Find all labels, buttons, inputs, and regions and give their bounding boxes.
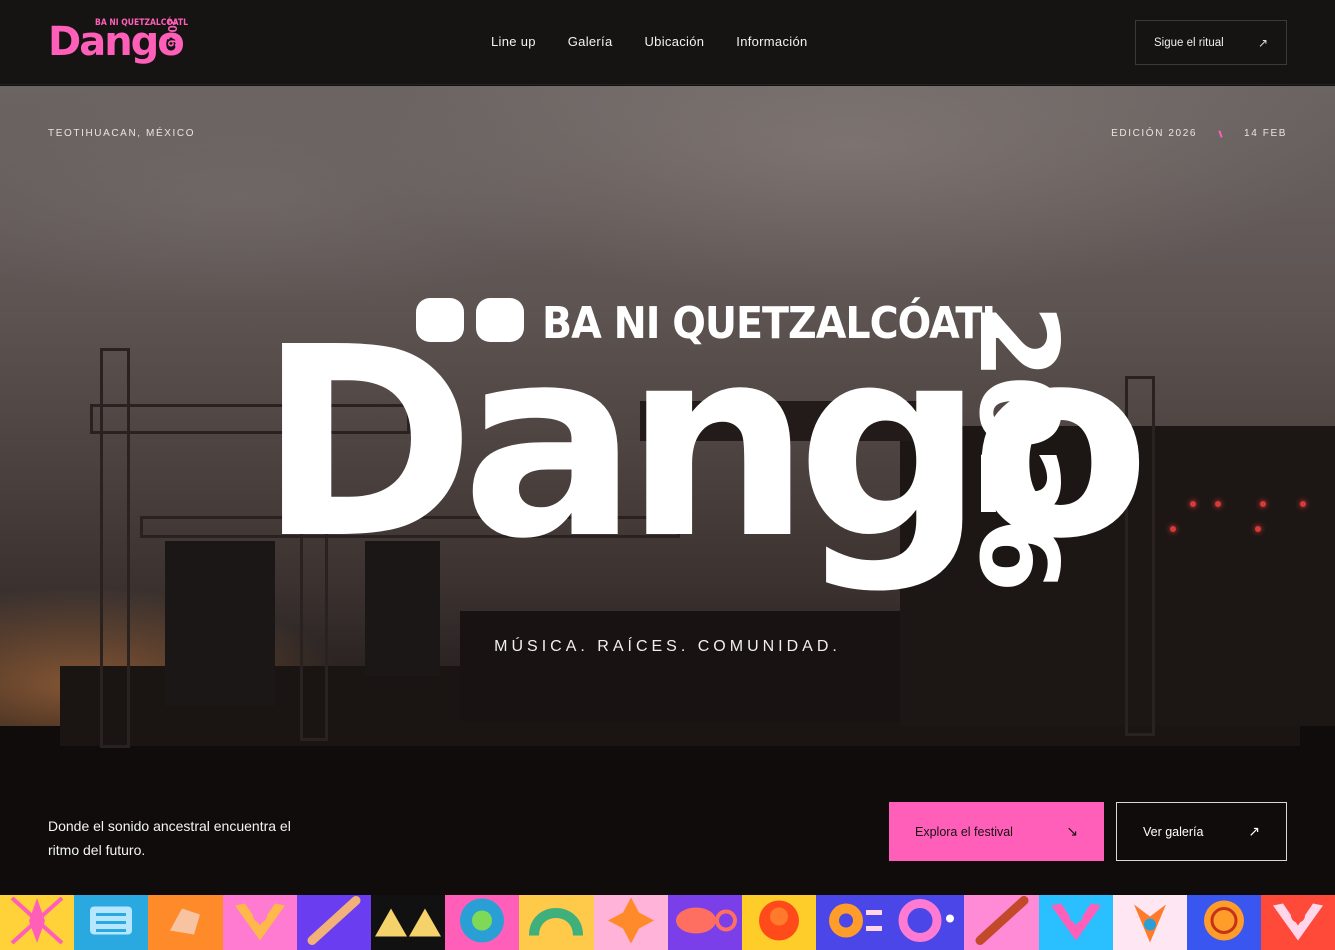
pattern-tile [370,895,446,950]
eye-icon [820,898,886,947]
nav-item-line-up[interactable]: Line up [491,34,536,49]
sun-stone-icon [456,895,508,950]
pattern-tile [816,895,891,950]
pattern-tile [1112,895,1187,950]
nav-item-galeria[interactable]: Galería [568,34,613,49]
pattern-tile [890,895,965,950]
flute-icon [304,895,364,950]
nav-item-ubicacion[interactable]: Ubicación [644,34,704,49]
feathered-figure-icon [7,895,67,950]
pyramid-icon [373,900,443,945]
pattern-tile [667,895,742,950]
pattern-tile [0,895,75,950]
site-logo[interactable]: Dango BA NI QUETZALCÓATL 2026 [48,16,188,70]
explore-festival-button[interactable]: Explora el festival ↘ [889,802,1104,861]
hero-logo-year: 2026 [955,304,1080,589]
follow-ritual-label: Sigue el ritual [1154,36,1224,49]
nav-item-informacion[interactable]: Información [736,34,807,49]
pattern-tile [296,895,371,950]
follow-ritual-button[interactable]: Sigue el ritual ↗ [1135,20,1287,65]
stone-icon [160,900,210,945]
site-header: Dango BA NI QUETZALCÓATL 2026 Line up Ga… [0,0,1335,85]
ring-icon [894,898,960,947]
edition-label: EDICIÓN 2026 [1111,128,1198,139]
pattern-tile [1261,895,1335,950]
headdress-icon [230,895,290,950]
hero-blurb: Donde el sonido ancestral encuentra el r… [48,818,291,858]
flute-icon [972,895,1032,950]
pattern-tile [222,895,297,950]
hero-logo: Dango BA NI QUETZALCÓATL 2026 [258,294,1150,594]
view-gallery-button[interactable]: Ver galería ↗ [1116,802,1287,861]
serpent-icon [528,895,584,950]
arrow-down-right-icon: ↘ [1066,823,1078,839]
logo-year: 2026 [165,18,180,47]
separator-dot [1218,129,1223,138]
view-gallery-label: Ver galería [1143,824,1204,839]
pattern-tile [1038,895,1113,950]
pattern-tile [519,895,594,950]
pattern-tile [148,895,223,950]
medallion-icon [1198,895,1250,950]
pattern-tile [445,895,520,950]
glyph-grid-icon [86,900,136,945]
pattern-tile [964,895,1039,950]
arrow-up-right-icon: ↗ [1257,35,1268,50]
hero-tagline: MÚSICA. RAÍCES. COMUNIDAD. [494,638,841,655]
date-label: 14 FEB [1244,128,1287,139]
headdress-icon [1268,895,1328,950]
pattern-strip [0,895,1335,950]
pattern-tile [593,895,668,950]
star-diamond-icon [605,895,657,950]
pattern-tile [741,895,817,950]
arrow-up-right-icon: ↗ [1248,823,1260,839]
pattern-tile [1187,895,1262,950]
headdress-icon [1046,895,1106,950]
location-label: TEOTIHUACAN, MÉXICO [48,128,196,139]
fish-icon [672,900,738,945]
umlaut-dots [416,298,524,342]
hero-section: TEOTIHUACAN, MÉXICO EDICIÓN 2026 14 FEB … [0,86,1335,895]
pattern-tile [74,895,149,950]
quetzal-icon [1124,895,1176,950]
explore-festival-label: Explora el festival [915,824,1013,839]
main-nav: Line up Galería Ubicación Información [491,34,808,49]
hero-logo-subtitle: BA NI QUETZALCÓATL [542,298,1007,349]
sun-icon [753,895,805,950]
edition-info: EDICIÓN 2026 14 FEB [1111,128,1287,139]
